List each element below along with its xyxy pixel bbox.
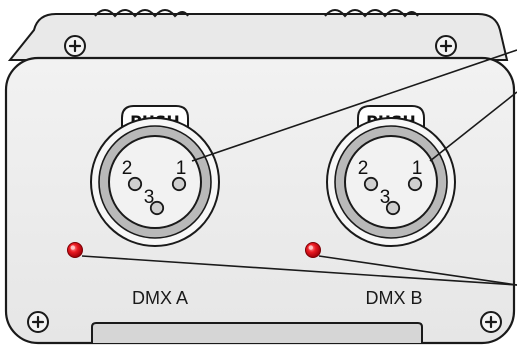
port-label: DMX B (365, 288, 422, 308)
pin-number-label: 3 (380, 187, 391, 208)
pin-number-label: 2 (122, 158, 133, 179)
screw-icon (27, 311, 49, 333)
pin-number-label: 2 (358, 158, 369, 179)
pin-hole (171, 176, 187, 192)
indicator-led (305, 242, 321, 258)
screw-icon (64, 35, 86, 57)
pin-number-label: 1 (176, 158, 187, 179)
screw-icon (435, 35, 457, 57)
screw-icon (480, 311, 502, 333)
pin-hole (407, 176, 423, 192)
pin-number-label: 1 (412, 158, 423, 179)
pin-number-label: 3 (144, 187, 155, 208)
pin-hole (127, 176, 143, 192)
bottom-slot (91, 322, 423, 343)
housing-top-section (7, 13, 509, 61)
pin-hole (363, 176, 379, 192)
port-label: DMX A (132, 288, 188, 308)
indicator-led (67, 242, 83, 258)
dmx-device-front-panel-diagram: PUSH213DMX APUSH213DMX B (4, 9, 517, 345)
